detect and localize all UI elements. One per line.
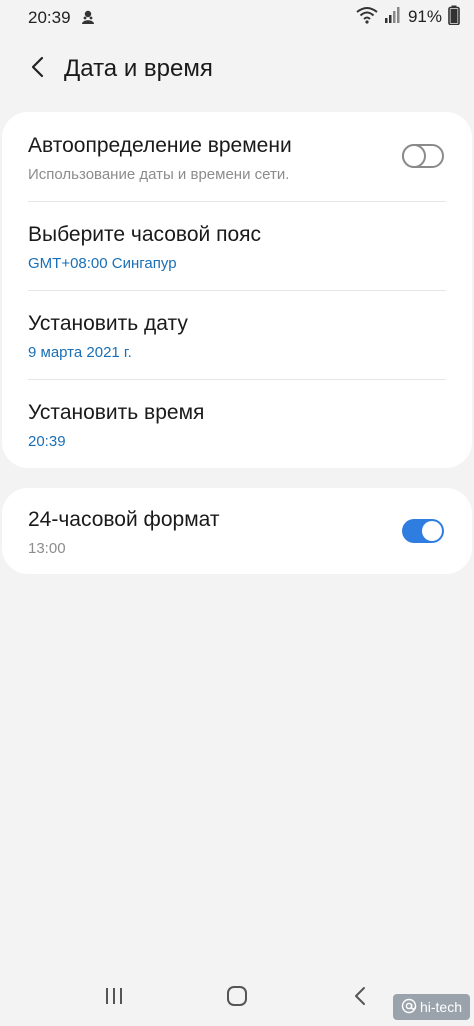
notification-app-icon	[80, 9, 96, 25]
format-24h-title: 24-часовой формат	[28, 508, 220, 531]
timezone-value: GMT+08:00 Сингапур	[28, 255, 177, 272]
set-date-title: Установить дату	[28, 312, 188, 335]
status-bar: 20:39 91%	[0, 0, 474, 36]
format-24h-row[interactable]: 24-часовой формат 13:00	[2, 488, 472, 574]
set-date-row[interactable]: Установить дату 9 марта 2021 г.	[2, 290, 472, 379]
format-24h-subtitle: 13:00	[28, 540, 66, 557]
wifi-icon	[356, 6, 378, 29]
watermark-text: hi-tech	[419, 999, 462, 1015]
format-24h-toggle[interactable]	[402, 519, 444, 543]
home-button[interactable]	[217, 984, 257, 1012]
status-icons: 91%	[356, 5, 460, 30]
chevron-left-icon	[30, 56, 44, 83]
timezone-row[interactable]: Выберите часовой пояс GMT+08:00 Сингапур	[2, 201, 472, 290]
auto-time-toggle[interactable]	[402, 144, 444, 168]
toggle-knob	[422, 521, 442, 541]
set-date-value: 9 марта 2021 г.	[28, 344, 132, 361]
set-time-value: 20:39	[28, 433, 66, 450]
status-time: 20:39	[28, 8, 71, 27]
battery-percentage: 91%	[407, 7, 442, 26]
format-settings-card: 24-часовой формат 13:00	[2, 488, 472, 574]
date-time-settings-card: Автоопределение времени Использование да…	[2, 112, 472, 468]
at-sign-icon	[401, 998, 417, 1017]
back-button[interactable]	[20, 54, 54, 84]
header: Дата и время	[0, 44, 474, 94]
auto-time-subtitle: Использование даты и времени сети.	[28, 166, 290, 183]
page-title: Дата и время	[64, 55, 213, 82]
set-time-row[interactable]: Установить время 20:39	[2, 379, 472, 468]
battery-icon	[448, 5, 460, 30]
home-icon	[226, 985, 248, 1012]
recent-apps-button[interactable]	[94, 984, 134, 1012]
back-nav-button[interactable]	[340, 984, 380, 1012]
watermark-logo: hi-tech	[392, 994, 470, 1020]
set-time-title: Установить время	[28, 401, 205, 424]
recent-apps-icon	[104, 987, 124, 1010]
signal-icon	[384, 6, 402, 29]
toggle-knob	[402, 144, 426, 168]
auto-time-title: Автоопределение времени	[28, 134, 292, 157]
timezone-title: Выберите часовой пояс	[28, 223, 261, 246]
back-nav-icon	[353, 986, 367, 1011]
auto-time-row[interactable]: Автоопределение времени Использование да…	[2, 112, 472, 201]
